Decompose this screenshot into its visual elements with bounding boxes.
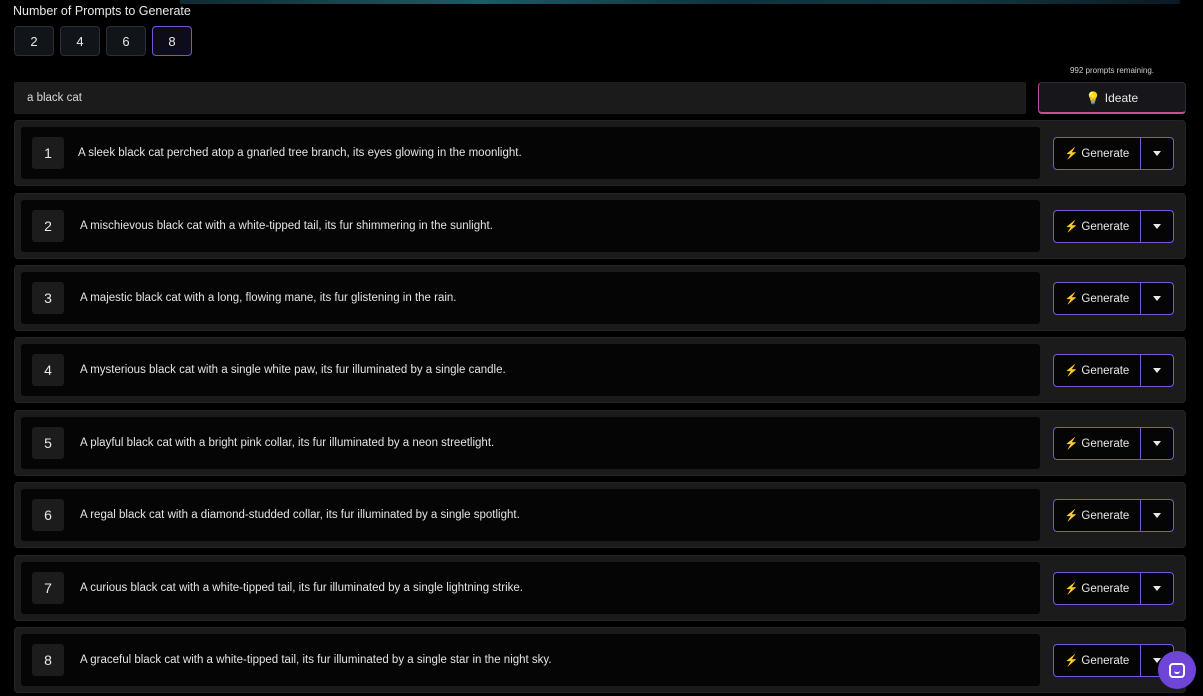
prompt-text-area: 1 A sleek black cat perched atop a gnarl… — [21, 127, 1040, 179]
prompt-card: 5 A playful black cat with a bright pink… — [14, 410, 1186, 476]
prompt-text-area: 4 A mysterious black cat with a single w… — [21, 344, 1040, 396]
ideate-button[interactable]: 💡 Ideate — [1038, 82, 1186, 114]
generate-options-dropdown[interactable] — [1141, 211, 1173, 242]
prompt-number: 3 — [32, 282, 64, 314]
lightning-icon: ⚡ — [1064, 293, 1079, 305]
prompt-card: 8 A graceful black cat with a white-tipp… — [14, 627, 1186, 693]
generate-label: Generate — [1081, 292, 1130, 305]
prompt-text: A majestic black cat with a long, flowin… — [80, 292, 457, 304]
caret-down-icon — [1153, 296, 1161, 301]
prompt-number: 7 — [32, 572, 64, 604]
prompt-card: 1 A sleek black cat perched atop a gnarl… — [14, 120, 1186, 186]
caret-down-icon — [1153, 151, 1161, 156]
generate-button[interactable]: ⚡ Generate — [1054, 500, 1141, 531]
prompt-text-area: 5 A playful black cat with a bright pink… — [21, 417, 1040, 469]
prompt-text: A curious black cat with a white-tipped … — [80, 582, 523, 594]
prompt-text-area: 3 A majestic black cat with a long, flow… — [21, 272, 1040, 324]
prompt-number: 2 — [32, 210, 64, 242]
generate-button-group: ⚡ Generate — [1053, 137, 1174, 170]
generate-button-group: ⚡ Generate — [1053, 282, 1174, 315]
chat-support-button[interactable] — [1158, 651, 1196, 689]
generate-button-group: ⚡ Generate — [1053, 644, 1174, 677]
caret-down-icon — [1153, 513, 1161, 518]
prompt-text: A sleek black cat perched atop a gnarled… — [78, 147, 522, 159]
generate-button[interactable]: ⚡ Generate — [1054, 428, 1141, 459]
generate-label: Generate — [1081, 582, 1130, 595]
generate-label: Generate — [1081, 509, 1130, 522]
caret-down-icon — [1153, 368, 1161, 373]
prompt-card: 3 A majestic black cat with a long, flow… — [14, 265, 1186, 331]
idea-input[interactable] — [14, 82, 1026, 114]
lightning-icon: ⚡ — [1064, 221, 1079, 233]
prompt-count-label: Number of Prompts to Generate — [13, 4, 191, 18]
prompt-text-area: 8 A graceful black cat with a white-tipp… — [21, 634, 1040, 686]
count-option-6[interactable]: 6 — [106, 26, 146, 56]
lightning-icon: ⚡ — [1064, 655, 1079, 667]
lightning-icon: ⚡ — [1064, 365, 1079, 377]
generate-label: Generate — [1081, 437, 1130, 450]
chat-icon — [1169, 662, 1185, 678]
generate-button[interactable]: ⚡ Generate — [1054, 211, 1141, 242]
count-option-4[interactable]: 4 — [60, 26, 100, 56]
lightning-icon: ⚡ — [1064, 510, 1079, 522]
prompt-count-selector: 2 4 6 8 — [14, 26, 192, 56]
generate-button[interactable]: ⚡ Generate — [1054, 573, 1141, 604]
prompt-card: 2 A mischievous black cat with a white-t… — [14, 193, 1186, 259]
prompt-number: 8 — [32, 644, 64, 676]
prompt-text: A graceful black cat with a white-tipped… — [80, 654, 552, 666]
generate-button[interactable]: ⚡ Generate — [1054, 645, 1141, 676]
prompt-number: 1 — [32, 137, 64, 169]
prompt-text-area: 6 A regal black cat with a diamond-studd… — [21, 489, 1040, 541]
generate-button[interactable]: ⚡ Generate — [1054, 138, 1141, 169]
generate-button[interactable]: ⚡ Generate — [1054, 355, 1141, 386]
caret-down-icon — [1153, 224, 1161, 229]
generate-options-dropdown[interactable] — [1141, 428, 1173, 459]
prompt-text: A mysterious black cat with a single whi… — [80, 364, 506, 376]
prompt-text-area: 7 A curious black cat with a white-tippe… — [21, 562, 1040, 614]
generate-options-dropdown[interactable] — [1141, 283, 1173, 314]
generate-button-group: ⚡ Generate — [1053, 427, 1174, 460]
generate-button-group: ⚡ Generate — [1053, 354, 1174, 387]
generate-label: Generate — [1081, 147, 1130, 160]
lightning-icon: ⚡ — [1064, 583, 1079, 595]
generate-options-dropdown[interactable] — [1141, 500, 1173, 531]
prompt-text: A playful black cat with a bright pink c… — [80, 437, 495, 449]
ideate-label: Ideate — [1104, 90, 1139, 105]
prompt-text: A regal black cat with a diamond-studded… — [80, 509, 520, 521]
generate-button[interactable]: ⚡ Generate — [1054, 283, 1141, 314]
lightning-icon: ⚡ — [1064, 438, 1079, 450]
prompt-text-area: 2 A mischievous black cat with a white-t… — [21, 200, 1040, 252]
prompt-text: A mischievous black cat with a white-tip… — [80, 220, 493, 232]
generate-options-dropdown[interactable] — [1141, 355, 1173, 386]
prompt-card: 7 A curious black cat with a white-tippe… — [14, 555, 1186, 621]
generate-label: Generate — [1081, 364, 1130, 377]
generate-button-group: ⚡ Generate — [1053, 210, 1174, 243]
generate-label: Generate — [1081, 654, 1130, 667]
prompt-card: 4 A mysterious black cat with a single w… — [14, 337, 1186, 403]
prompt-card: 6 A regal black cat with a diamond-studd… — [14, 482, 1186, 548]
count-option-8[interactable]: 8 — [152, 26, 192, 56]
lightbulb-icon: 💡 — [1085, 90, 1101, 105]
header-banner-image — [180, 0, 1180, 4]
generate-button-group: ⚡ Generate — [1053, 499, 1174, 532]
generate-button-group: ⚡ Generate — [1053, 572, 1174, 605]
generate-options-dropdown[interactable] — [1141, 573, 1173, 604]
lightning-icon: ⚡ — [1064, 148, 1079, 160]
count-option-2[interactable]: 2 — [14, 26, 54, 56]
prompt-number: 6 — [32, 499, 64, 531]
prompts-remaining-text: 992 prompts remaining. — [1069, 66, 1155, 75]
caret-down-icon — [1153, 586, 1161, 591]
generate-label: Generate — [1081, 220, 1130, 233]
prompt-number: 4 — [32, 354, 64, 386]
caret-down-icon — [1153, 441, 1161, 446]
prompt-number: 5 — [32, 427, 64, 459]
generate-options-dropdown[interactable] — [1141, 138, 1173, 169]
